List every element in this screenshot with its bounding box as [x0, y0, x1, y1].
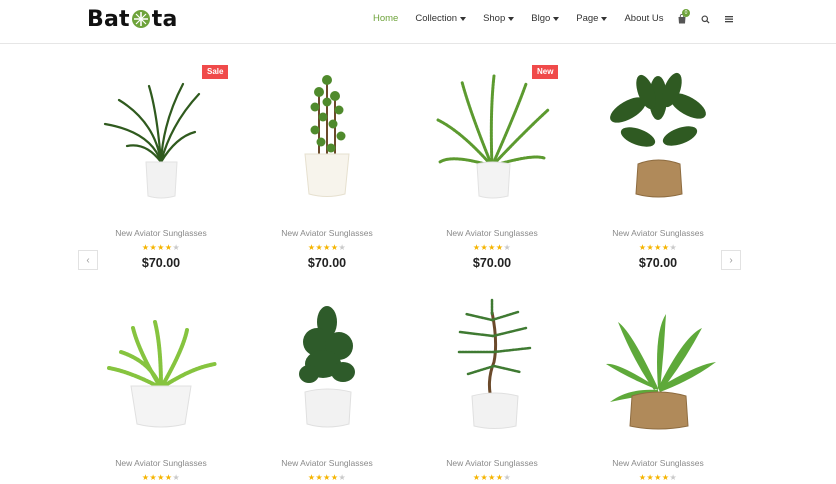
spiky-plant-image	[103, 82, 201, 199]
product-card[interactable]: New Aviator Sunglasses ★★★★★ $70.00	[588, 62, 728, 270]
chevron-left-icon: ‹	[86, 254, 90, 266]
product-image[interactable]	[588, 292, 728, 442]
product-card[interactable]: New Aviator Sunglasses ★★★★★	[422, 292, 562, 482]
conifer-image	[299, 306, 355, 428]
logo-text-right: ta	[151, 6, 178, 32]
product-card[interactable]: New Aviator Sunglasses ★★★★★	[588, 292, 728, 482]
jade-plant-image	[304, 75, 350, 197]
product-image[interactable]	[422, 292, 562, 442]
rating-stars: ★★★★★	[141, 473, 181, 482]
nav-item-collection[interactable]: Collection	[415, 13, 467, 24]
fern-bowl-image	[107, 320, 217, 428]
nav-label: Blgo	[531, 13, 551, 24]
sale-badge: Sale	[202, 65, 229, 79]
rating-stars: ★★★★★	[307, 243, 347, 252]
product-name[interactable]: New Aviator Sunglasses	[91, 458, 231, 468]
product-image[interactable]	[422, 62, 562, 212]
nav-item-about-us[interactable]: About Us	[624, 13, 663, 24]
leaf-logo-icon	[131, 10, 150, 28]
product-name[interactable]: New Aviator Sunglasses	[257, 228, 397, 238]
product-card[interactable]: Sale New Aviator Sunglasses ★★★★★ $70.00	[91, 62, 231, 270]
product-image[interactable]	[91, 292, 231, 442]
product-name[interactable]: New Aviator Sunglasses	[588, 228, 728, 238]
nav-item-page[interactable]: Page	[576, 13, 608, 24]
rating-stars: ★★★★★	[638, 473, 678, 482]
araucaria-image	[456, 298, 532, 429]
nav-item-home[interactable]: Home	[373, 13, 398, 24]
product-name[interactable]: New Aviator Sunglasses	[91, 228, 231, 238]
rating-stars: ★★★★★	[141, 243, 181, 252]
birds-nest-fern-image	[606, 314, 716, 430]
product-price: $70.00	[638, 256, 678, 270]
nav-label: Collection	[415, 13, 458, 24]
caret-down-icon	[508, 16, 515, 21]
product-card[interactable]: New Aviator Sunglasses ★★★★★ $70.00	[257, 62, 397, 270]
calathea-image	[610, 72, 706, 198]
nav-label: Shop	[483, 13, 506, 24]
nav-item-blog[interactable]: Blgo	[531, 13, 560, 24]
product-image[interactable]	[588, 62, 728, 212]
product-name[interactable]: New Aviator Sunglasses	[422, 228, 562, 238]
product-image[interactable]	[257, 62, 397, 212]
nav-label: Page	[576, 13, 599, 24]
product-price: $70.00	[307, 256, 347, 270]
product-card[interactable]: New Aviator Sunglasses ★★★★★	[257, 292, 397, 482]
caret-down-icon	[601, 16, 608, 21]
product-name[interactable]: New Aviator Sunglasses	[588, 458, 728, 468]
new-badge: New	[532, 65, 559, 79]
product-image[interactable]	[257, 292, 397, 442]
product-price: $70.00	[141, 256, 181, 270]
product-name[interactable]: New Aviator Sunglasses	[257, 458, 397, 468]
rating-stars: ★★★★★	[307, 473, 347, 482]
rating-stars: ★★★★★	[472, 473, 512, 482]
product-image[interactable]	[91, 62, 231, 212]
main-nav: Home Collection Shop Blgo Page About Us	[373, 13, 681, 24]
product-card[interactable]: New Aviator Sunglasses ★★★★★	[91, 292, 231, 482]
nav-item-shop[interactable]: Shop	[483, 13, 515, 24]
menu-icon[interactable]	[722, 12, 736, 26]
rating-stars: ★★★★★	[472, 243, 512, 252]
search-icon[interactable]	[698, 12, 712, 26]
brand-logo[interactable]: Bat ta	[87, 6, 178, 32]
nav-label: Home	[373, 13, 399, 24]
logo-text-left: Bat	[87, 6, 130, 32]
caret-down-icon	[460, 16, 467, 21]
rating-stars: ★★★★★	[638, 243, 678, 252]
site-header: Bat ta Home Collection Shop Blgo Page Ab…	[0, 0, 836, 44]
nav-label: About Us	[624, 13, 664, 24]
chevron-right-icon: ›	[729, 254, 733, 266]
product-price: $70.00	[472, 256, 512, 270]
fern-image	[436, 74, 550, 199]
caret-down-icon	[553, 16, 560, 21]
product-name[interactable]: New Aviator Sunglasses	[422, 458, 562, 468]
product-card[interactable]: New New Aviator Sunglasses ★★★★★ $70.00	[422, 62, 562, 270]
cart-count-badge: 0	[682, 9, 690, 17]
